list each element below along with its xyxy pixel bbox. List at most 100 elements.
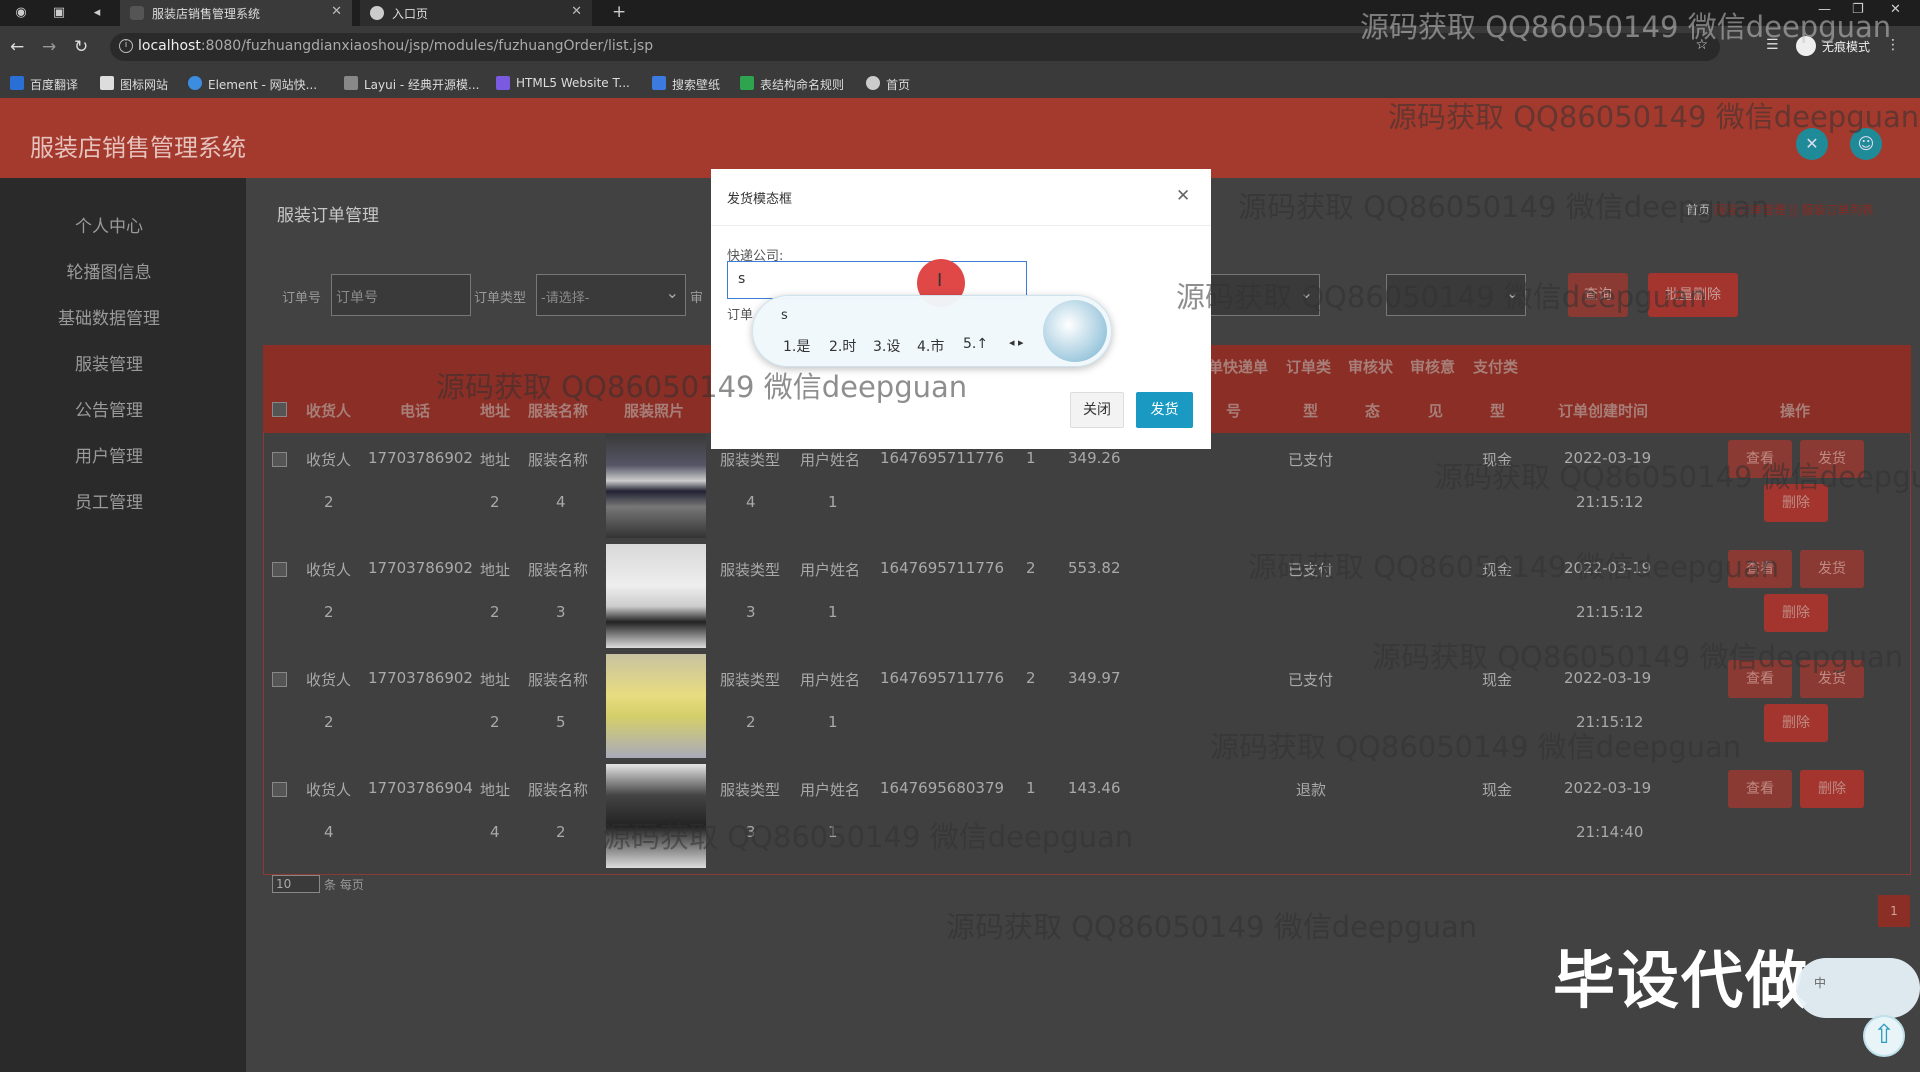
sidebar-item-profile[interactable]: 个人中心 bbox=[0, 212, 218, 237]
window-close-icon[interactable]: ✕ bbox=[1890, 2, 1901, 17]
bookmark-item[interactable]: Element - 网站快... bbox=[188, 76, 317, 93]
sidebar: 个人中心 轮播图信息 基础数据管理 服装管理 公告管理 用户管理 员工管理 bbox=[0, 178, 246, 1072]
sidebar-item-carousel[interactable]: 轮播图信息 bbox=[0, 258, 218, 283]
ship-confirm-button[interactable]: 发货 bbox=[1136, 392, 1193, 428]
sidebar-item-base-data[interactable]: 基础数据管理 bbox=[0, 304, 218, 329]
sidebar-item-clothing[interactable]: 服装管理 bbox=[0, 350, 218, 375]
ime-candidate[interactable]: 4.市 bbox=[917, 336, 944, 356]
tab-orders[interactable]: 服装店销售管理系统 ✕ bbox=[120, 0, 352, 26]
courier-input[interactable]: s bbox=[727, 261, 1027, 299]
bookmark-item[interactable]: 图标网站 bbox=[100, 76, 168, 93]
sidebar-item-notices[interactable]: 公告管理 bbox=[0, 396, 218, 421]
col-header: 审核状 bbox=[1348, 358, 1394, 376]
ime-skin-decoration bbox=[1043, 300, 1107, 362]
extension-icon[interactable]: ▣ bbox=[50, 4, 68, 22]
url-host: localhost bbox=[138, 38, 201, 54]
col-header-phone: 电话 bbox=[400, 402, 431, 420]
watermark: 源码获取 QQ86050149 微信deepguan bbox=[1360, 10, 1892, 44]
close-icon[interactable]: ✕ bbox=[1176, 186, 1190, 206]
tab-close-icon[interactable]: ✕ bbox=[571, 4, 582, 19]
watermark: 源码获取 QQ86050149 微信deepguan bbox=[1238, 190, 1770, 224]
col-header: 审核意 bbox=[1410, 358, 1456, 376]
row-checkbox[interactable] bbox=[272, 782, 287, 797]
watermark: 源码获取 QQ86050149 微信deepguan bbox=[436, 370, 968, 404]
bookmark-item[interactable]: HTML5 Website T... bbox=[496, 76, 630, 90]
mute-icon[interactable]: ◂ bbox=[88, 4, 106, 22]
watermark: 源码获取 QQ86050149 微信deepguan bbox=[1372, 640, 1904, 674]
page-size-label: 条 每页 bbox=[324, 878, 364, 892]
bookmark-item[interactable]: 百度翻译 bbox=[10, 76, 78, 93]
order-type-select[interactable]: -请选择- bbox=[536, 274, 686, 316]
col-header: 型 bbox=[1303, 402, 1319, 420]
url-path: :8080/fuzhuangdianxiaoshou/jsp/modules/f… bbox=[200, 38, 654, 54]
tab-entry[interactable]: 入口页 ✕ bbox=[360, 0, 592, 26]
order-type-label: 订单类型 bbox=[474, 291, 527, 306]
col-header: 型 bbox=[1490, 402, 1506, 420]
watermark: 源码获取 QQ86050149 微信deepguan bbox=[602, 820, 1134, 854]
watermark: 源码获取 QQ86050149 微信deepguan bbox=[1248, 550, 1780, 584]
watermark: 源码获取 QQ86050149 微信deepguan bbox=[946, 910, 1478, 944]
ime-candidate-popup: s 1.是 2.时 3.设 4.市 5.↑ ◂ ▸ bbox=[752, 295, 1112, 367]
page-title: 服装订单管理 bbox=[277, 206, 379, 226]
col-header-actions: 操作 bbox=[1780, 402, 1811, 420]
clothing-photo bbox=[606, 544, 706, 648]
delete-button[interactable]: 删除 bbox=[1764, 594, 1828, 632]
close-button[interactable]: 关闭 bbox=[1070, 392, 1124, 428]
delete-button[interactable]: 删除 bbox=[1800, 770, 1864, 808]
page-favicon-icon bbox=[130, 6, 144, 20]
clothing-photo bbox=[606, 654, 706, 758]
row-checkbox[interactable] bbox=[272, 562, 287, 577]
col-header-receiver: 收货人 bbox=[306, 402, 352, 420]
col-header: 号 bbox=[1226, 402, 1242, 420]
ime-candidate[interactable]: 2.时 bbox=[829, 336, 856, 356]
review-label: 审 bbox=[690, 291, 704, 306]
ship-button[interactable]: 发货 bbox=[1800, 550, 1864, 588]
browser-menu-icon[interactable]: ◉ bbox=[12, 4, 30, 22]
modal-header: 发货模态框 ✕ bbox=[711, 169, 1211, 226]
breadcrumb-current: 服装订单列表 bbox=[1801, 203, 1874, 217]
clothing-photo bbox=[606, 434, 706, 538]
tab-title: 服装店销售管理系统 bbox=[152, 7, 261, 21]
col-header: 态 bbox=[1365, 402, 1381, 420]
ime-candidate[interactable]: 1.是 bbox=[783, 336, 810, 356]
select-all-checkbox[interactable] bbox=[272, 402, 287, 417]
bookmark-item[interactable]: 搜索壁纸 bbox=[652, 76, 720, 93]
watermark: 源码获取 QQ86050149 微信deepguan bbox=[1176, 280, 1708, 314]
bookmark-item[interactable]: 表结构命名规则 bbox=[740, 76, 844, 93]
new-tab-button[interactable]: + bbox=[612, 2, 626, 22]
back-icon[interactable]: ← bbox=[10, 37, 24, 57]
site-info-icon[interactable]: i bbox=[119, 39, 133, 53]
text-cursor-icon: I bbox=[937, 270, 943, 291]
globe-icon bbox=[370, 6, 384, 20]
ime-candidate[interactable]: 3.设 bbox=[873, 336, 900, 356]
watermark: 源码获取 QQ86050149 微信deepguan bbox=[1434, 460, 1920, 494]
bookmark-item[interactable]: 首页 bbox=[866, 76, 910, 93]
page-size-select[interactable]: 10 bbox=[272, 875, 320, 893]
reload-icon[interactable]: ↻ bbox=[74, 37, 88, 57]
ime-composition: s bbox=[781, 308, 788, 323]
row-checkbox[interactable] bbox=[272, 672, 287, 687]
ime-widget[interactable]: 中 bbox=[1796, 958, 1920, 1018]
scroll-top-icon[interactable]: ⇧ bbox=[1863, 1015, 1905, 1057]
ime-page-arrows-icon[interactable]: ◂ ▸ bbox=[1009, 336, 1024, 349]
page-button-current[interactable]: 1 bbox=[1878, 895, 1910, 927]
tab-close-icon[interactable]: ✕ bbox=[331, 4, 342, 19]
tab-title: 入口页 bbox=[392, 7, 429, 21]
promo-text: 毕设代做 bbox=[1553, 944, 1810, 1017]
delete-button[interactable]: 删除 bbox=[1764, 704, 1828, 742]
watermark: 源码获取 QQ86050149 微信deepguan bbox=[1210, 730, 1742, 764]
bookmark-item[interactable]: Layui - 经典开源模... bbox=[344, 76, 479, 93]
sidebar-item-staff[interactable]: 员工管理 bbox=[0, 488, 218, 513]
sidebar-item-users[interactable]: 用户管理 bbox=[0, 442, 218, 467]
order-no-input[interactable]: 订单号 bbox=[331, 274, 471, 316]
col-header: 见 bbox=[1428, 402, 1444, 420]
forward-icon[interactable]: → bbox=[42, 37, 56, 57]
order-no-label: 订单号 bbox=[282, 291, 322, 306]
col-header: 支付类 bbox=[1473, 358, 1519, 376]
col-header-created: 订单创建时间 bbox=[1558, 402, 1649, 420]
col-header: 单快递单 bbox=[1208, 358, 1269, 376]
col-header: 订单类 bbox=[1286, 358, 1332, 376]
view-button[interactable]: 查看 bbox=[1728, 770, 1792, 808]
ime-candidate[interactable]: 5.↑ bbox=[963, 336, 988, 352]
row-checkbox[interactable] bbox=[272, 452, 287, 467]
